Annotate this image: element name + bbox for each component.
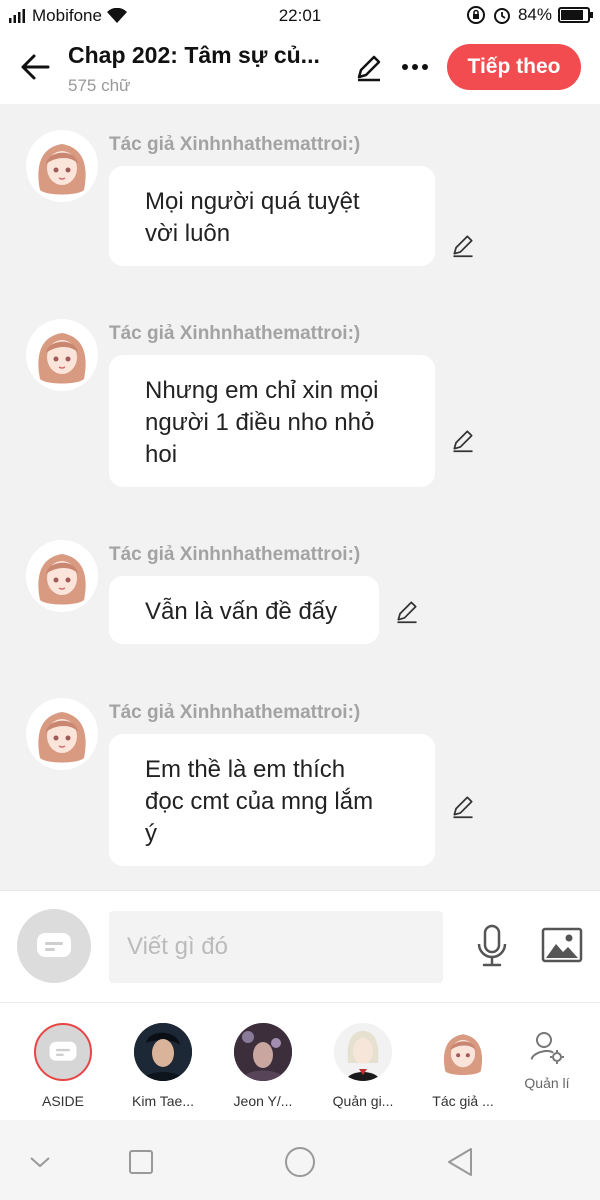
edit-message-button[interactable] [448,425,478,455]
nav-collapse-button[interactable] [20,1142,60,1182]
author-avatar[interactable] [26,540,98,612]
character-avatar [434,1023,492,1081]
more-dots-icon [402,64,428,70]
pencil-icon [453,235,473,258]
character-label: Quản gi... [332,1093,394,1109]
character-label: Jeon Y/... [233,1093,293,1109]
message-line: đọc cmt của mng lắm [145,788,374,815]
message-input[interactable] [109,911,443,983]
character-kim[interactable]: Kim Tae... [123,1023,203,1109]
chat-bubble-icon [37,933,71,957]
triangle-back-icon [448,1148,472,1176]
message-bubble[interactable]: Nhưng em chỉ xin mọi người 1 điều nho nh… [109,355,435,487]
pencil-icon [453,796,473,819]
arrow-left-icon [21,54,50,80]
nav-home-button[interactable] [280,1142,320,1182]
status-bar: Mobifone 22:01 84% [0,0,600,32]
voice-input-button[interactable] [472,921,512,971]
message-line: ý [145,820,157,847]
message-bubble[interactable]: Vẫn là vấn đề đấy [109,576,379,644]
author-avatar[interactable] [26,130,98,202]
message-line: hoi [145,441,178,468]
author-avatar[interactable] [26,698,98,770]
nav-recents-button[interactable] [121,1142,161,1182]
girl-avatar-icon [26,130,98,202]
message-line: Em thề là em thích [145,756,346,783]
message-line: người 1 điều nho nhỏ [145,409,375,436]
character-jeon[interactable]: Jeon Y/... [223,1023,303,1109]
aside-avatar [34,1023,92,1081]
manage-icon-wrap [527,1027,567,1067]
sender-name: Tác giả Xinhnhathemattroi:) [109,134,361,155]
battery-level [561,10,583,20]
system-nav-bar [0,1120,600,1200]
character-avatar [134,1023,192,1081]
edit-message-button[interactable] [448,791,478,821]
girl-avatar-icon [26,319,98,391]
character-avatar [334,1023,392,1081]
chat-bubble-icon [49,1041,77,1061]
edit-message-button[interactable] [448,230,478,260]
butler-avatar-icon [334,1023,392,1081]
girl-avatar-icon [26,698,98,770]
message-line: Vẫn là vấn đề đấy [145,598,338,625]
user-settings-icon [530,1032,564,1064]
character-avatar [234,1023,292,1081]
character-author[interactable]: Tác giả ... [423,1023,503,1109]
word-count: 575 chữ [68,76,131,95]
composer-bar [0,890,600,1002]
character-label: Quản lí [524,1075,570,1091]
chapter-header: Chap 202: Tâm sự củ... 575 chữ Tiếp theo [0,32,600,104]
more-options-button[interactable] [398,50,432,84]
edit-message-button[interactable] [392,596,422,626]
image-icon [541,927,583,963]
pencil-icon [453,430,473,453]
chapter-title: Chap 202: Tâm sự củ... [68,42,320,68]
circle-icon [285,1147,315,1177]
rotation-lock-icon [466,6,485,24]
message-bubble[interactable]: Em thề là em thích đọc cmt của mng lắm ý [109,734,435,866]
pencil-icon [397,601,417,624]
message-line: Mọi người quá tuyệt [145,188,360,215]
battery-icon [558,7,593,23]
square-icon [129,1150,153,1174]
character-aside[interactable]: ASIDE [23,1023,103,1109]
chevron-down-icon [30,1157,50,1168]
person-photo-icon [234,1023,292,1081]
status-right: 84% [466,5,593,25]
next-chapter-button[interactable]: Tiếp theo [447,44,581,90]
person-photo-icon [134,1023,192,1081]
sender-name: Tác giả Xinhnhathemattroi:) [109,544,361,565]
character-selector-button[interactable] [17,909,91,983]
nav-back-button[interactable] [440,1142,480,1182]
author-avatar[interactable] [26,319,98,391]
microphone-icon [477,924,507,967]
battery-percent: 84% [517,5,552,24]
sender-name: Tác giả Xinhnhathemattroi:) [109,323,361,344]
edit-chapter-button[interactable] [352,50,386,84]
girl-avatar-icon [26,540,98,612]
message-line: vời luôn [145,220,231,247]
alarm-icon [493,8,510,24]
insert-image-button[interactable] [540,925,584,965]
back-button[interactable] [18,50,52,84]
manage-characters-button[interactable]: Quản lí [507,1027,587,1091]
message-list[interactable]: Tác giả Xinhnhathemattroi:) Mọi người qu… [0,104,600,890]
character-label: Tác giả ... [432,1093,494,1109]
message-line: Nhưng em chỉ xin mọi [145,377,379,404]
character-label: ASIDE [41,1093,84,1109]
message-bubble[interactable]: Mọi người quá tuyệt vời luôn [109,166,435,266]
character-quan-gia[interactable]: Quản gi... [323,1023,403,1109]
character-label: Kim Tae... [132,1093,194,1109]
girl-avatar-icon [434,1023,492,1081]
sender-name: Tác giả Xinhnhathemattroi:) [109,702,361,723]
pencil-icon [357,55,381,82]
character-bar: ASIDE Kim Tae... Jeon Y/... Quản gi... T… [0,1002,600,1120]
